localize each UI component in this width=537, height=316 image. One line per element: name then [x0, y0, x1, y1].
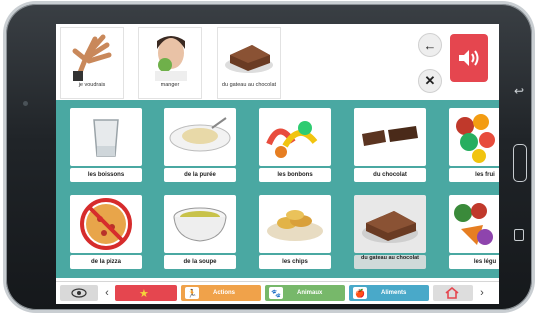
fruit-icon: [456, 114, 495, 163]
sentence-word-1[interactable]: je voudrais: [60, 27, 124, 99]
tile-label: les frui: [449, 168, 499, 182]
sentence-word-label: du gateau au chocolat: [221, 82, 277, 88]
vegetables-icon: [454, 203, 493, 245]
category-next-arrow-icon[interactable]: ›: [477, 285, 487, 301]
sentence-word-3[interactable]: du gateau au chocolat: [217, 27, 281, 99]
sentence-word-2[interactable]: manger: [138, 27, 202, 99]
sentence-bar: je voudrais manger du gateau au chocolat: [56, 24, 499, 99]
category-label: Animaux: [297, 290, 323, 296]
hardware-back-icon[interactable]: ↩: [514, 84, 524, 98]
tile-pizza[interactable]: de la pizza: [70, 195, 142, 275]
category-favorites[interactable]: ★: [115, 285, 177, 301]
eye-icon: [71, 288, 87, 298]
eating-person-icon: [155, 36, 187, 81]
soup-icon: [173, 207, 227, 242]
back-arrow-button[interactable]: ←: [418, 33, 442, 57]
tile-label: du chocolat: [354, 168, 426, 182]
hand-icon: [72, 34, 112, 81]
tile-chips[interactable]: les chips: [259, 195, 331, 275]
tile-soupe[interactable]: de la soupe: [164, 195, 236, 275]
category-prev-arrow-icon[interactable]: ‹: [102, 285, 112, 301]
chips-icon: [267, 210, 323, 241]
tile-chocolat[interactable]: du chocolat: [354, 108, 426, 188]
app-screen: je voudrais manger du gateau au chocolat: [56, 24, 499, 304]
no-pizza-icon: [80, 198, 132, 250]
clear-button[interactable]: ✕: [418, 69, 442, 93]
candy-icon: [266, 121, 318, 158]
actions-icon: 🏃: [185, 287, 199, 299]
tile-bonbons[interactable]: les bonbons: [259, 108, 331, 188]
hardware-home-button[interactable]: [513, 144, 527, 182]
glass-icon: [93, 119, 119, 157]
tablet-frame: ↩ je voudrais manger du gateau au chocol…: [6, 4, 532, 310]
tile-label: les légu: [449, 255, 499, 269]
category-actions[interactable]: 🏃 Actions: [181, 285, 261, 301]
chocolate-bar-icon: [362, 126, 418, 146]
tile-gateau-chocolat[interactable]: du gateau au chocolat: [354, 195, 426, 275]
tile-label: de la purée: [164, 168, 236, 182]
tile-label: les chips: [259, 255, 331, 269]
category-animaux[interactable]: 🐾 Animaux: [265, 285, 345, 301]
tile-fruits[interactable]: les frui: [449, 108, 499, 188]
tile-boissons[interactable]: les boissons: [70, 108, 142, 188]
tile-label: de la soupe: [164, 255, 236, 269]
speak-button[interactable]: [450, 34, 488, 82]
chocolate-cake-icon: [362, 211, 418, 243]
tile-label: du gateau au chocolat: [354, 255, 426, 269]
camera-icon: [23, 101, 28, 106]
puree-icon: [169, 117, 231, 152]
star-icon: ★: [139, 287, 149, 300]
food-icon: 🍎: [353, 287, 367, 299]
speaker-icon: [459, 50, 479, 66]
category-label: Aliments: [381, 290, 407, 296]
animal-icon: 🐾: [269, 287, 283, 299]
category-home[interactable]: [433, 285, 473, 301]
category-aliments[interactable]: 🍎 Aliments: [349, 285, 429, 301]
sentence-word-label: je voudrais: [78, 82, 106, 88]
category-label: Actions: [213, 290, 236, 296]
tile-label: de la pizza: [70, 255, 142, 269]
home-icon: [445, 287, 459, 299]
sentence-word-label: manger: [160, 82, 180, 88]
tile-puree[interactable]: de la purée: [164, 108, 236, 188]
tile-legumes[interactable]: les légu: [449, 195, 499, 275]
tile-label: les boissons: [70, 168, 142, 182]
category-bar: ‹ ★ 🏃 Actions 🐾 Animaux 🍎 Aliments ›: [56, 281, 499, 304]
eye-toggle-button[interactable]: [60, 285, 98, 301]
hardware-recent-icon[interactable]: [514, 229, 524, 241]
tile-label: les bonbons: [259, 168, 331, 182]
chocolate-cake-icon: [225, 45, 273, 73]
pictogram-grid: les boissons de la purée les bonbons du …: [56, 100, 499, 278]
